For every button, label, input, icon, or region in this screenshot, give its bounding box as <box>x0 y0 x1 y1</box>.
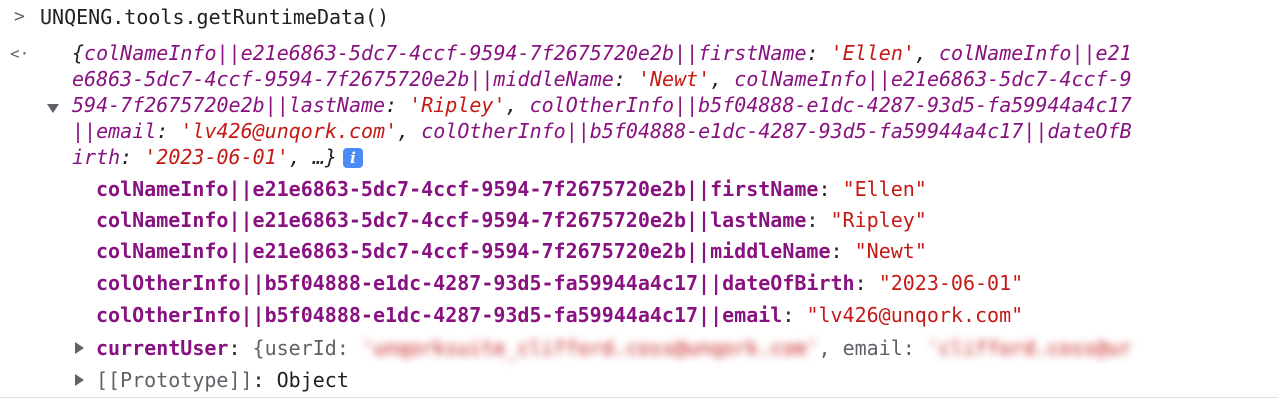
current-user-row[interactable]: currentUser: {userId: 'unqorksuite_cliff… <box>96 335 1132 361</box>
preview-line-2: e6863-5dc7-4ccf-9594-7f2675720e2b||middl… <box>72 67 1132 91</box>
blurred-user-id: 'unqorksuite_clifford.coss@unqork.com' <box>360 336 819 360</box>
console-divider <box>0 397 1278 398</box>
expand-result-toggle[interactable] <box>47 104 59 113</box>
blurred-email: 'clifford.coss@ur <box>926 336 1132 360</box>
preview-line-4: ||email: 'lv426@unqork.com', colOtherInf… <box>72 119 1132 143</box>
property-row: colNameInfo||e21e6863-5dc7-4ccf-9594-7f2… <box>96 208 927 232</box>
info-icon[interactable]: i <box>342 148 363 168</box>
preview-line-3: 594-7f2675720e2b||lastName: 'Ripley', co… <box>72 93 1132 117</box>
property-row: colOtherInfo||b5f04888-e1dc-4287-93d5-fa… <box>96 303 1024 327</box>
expand-current-user-toggle[interactable] <box>75 342 84 354</box>
property-row: colNameInfo||e21e6863-5dc7-4ccf-9594-7f2… <box>96 239 927 263</box>
result-arrow-icon: <· <box>10 44 30 63</box>
prototype-row[interactable]: [[Prototype]]: Object <box>96 367 349 393</box>
property-row: colOtherInfo||b5f04888-e1dc-4287-93d5-fa… <box>96 271 1024 295</box>
preview-line-1: {colNameInfo||e21e6863-5dc7-4ccf-9594-7f… <box>72 41 1132 65</box>
preview-line-5: irth: '2023-06-01', …} i <box>72 144 363 170</box>
console-command: UNQENG.tools.getRuntimeData() <box>40 5 390 29</box>
property-row: colNameInfo||e21e6863-5dc7-4ccf-9594-7f2… <box>96 177 927 201</box>
input-prompt-icon: > <box>14 6 25 27</box>
expand-prototype-toggle[interactable] <box>75 374 84 386</box>
